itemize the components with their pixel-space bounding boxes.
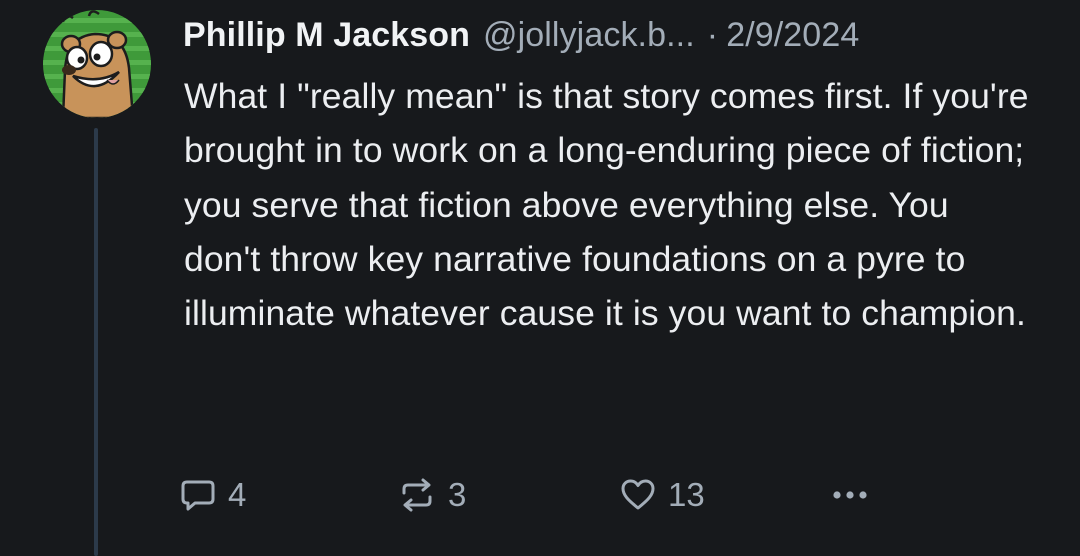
more-options-icon bbox=[833, 491, 867, 499]
header-separator: · bbox=[706, 15, 719, 54]
like-button[interactable]: 13 bbox=[620, 470, 705, 520]
reply-count: 4 bbox=[228, 476, 247, 513]
like-count: 13 bbox=[668, 476, 705, 513]
author-handle[interactable]: @jollyjack.b... bbox=[483, 16, 695, 55]
repost-button[interactable]: 3 bbox=[398, 470, 466, 520]
repost-icon bbox=[402, 478, 432, 512]
post-date[interactable]: 2/9/2024 bbox=[726, 16, 859, 55]
post-body-text: What I "really mean" is that story comes… bbox=[184, 76, 1029, 334]
avatar[interactable] bbox=[43, 10, 151, 118]
author-display-name[interactable]: Phillip M Jackson bbox=[183, 16, 470, 55]
reply-icon bbox=[181, 480, 215, 511]
post-card[interactable]: Phillip M Jackson @jollyjack.b... · 2/9/… bbox=[0, 0, 1080, 556]
heart-icon bbox=[621, 479, 655, 510]
more-options-button[interactable] bbox=[830, 470, 870, 520]
repost-count: 3 bbox=[448, 476, 467, 513]
thread-line bbox=[94, 128, 98, 556]
post-header: Phillip M Jackson @jollyjack.b... · 2/9/… bbox=[183, 11, 859, 59]
post-actions-bar: 4 3 13 bbox=[180, 470, 900, 520]
reply-button[interactable]: 4 bbox=[180, 470, 246, 520]
cartoon-bear-avatar-icon bbox=[43, 10, 151, 118]
